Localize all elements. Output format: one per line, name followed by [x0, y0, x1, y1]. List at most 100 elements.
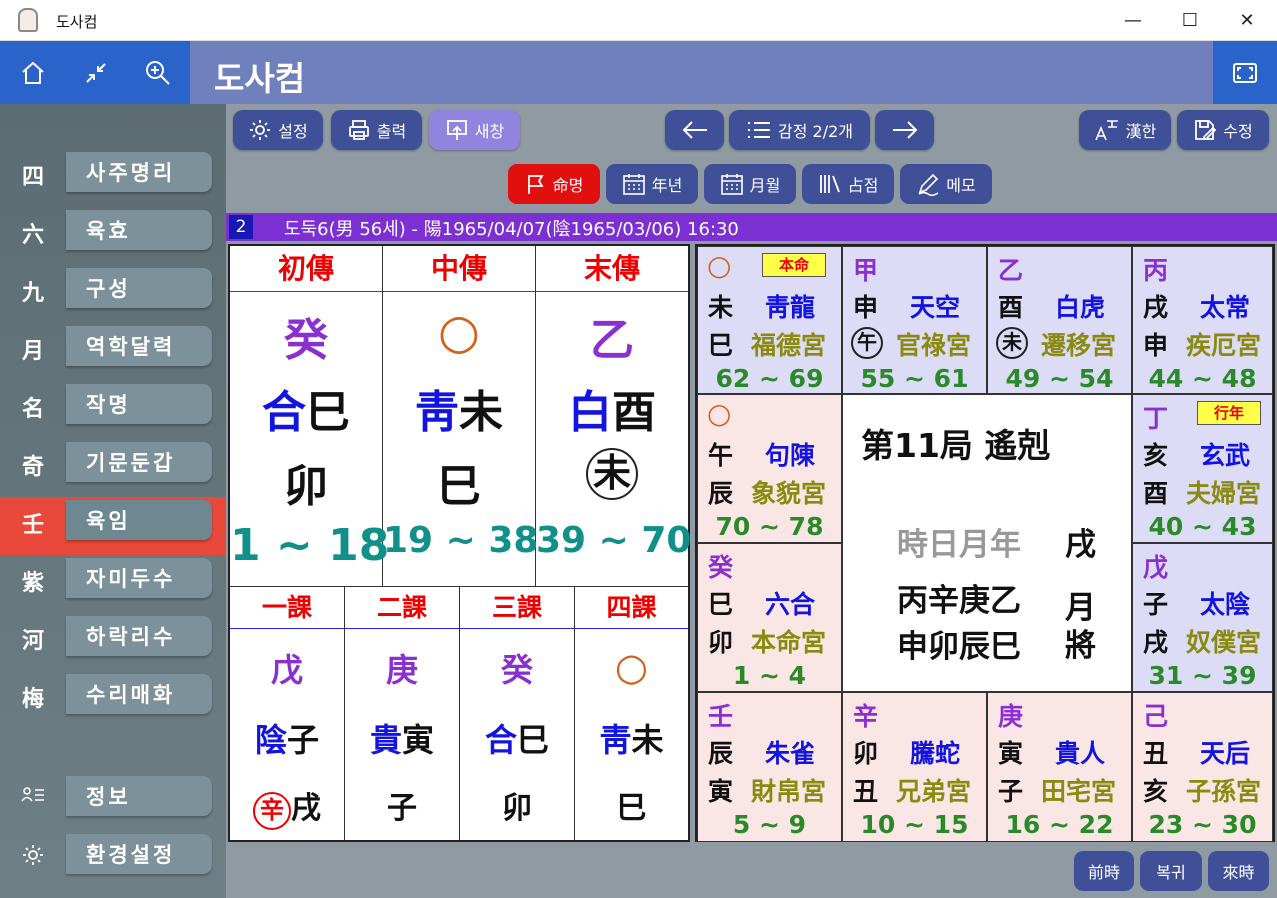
app-icon	[18, 8, 38, 32]
calendar-icon	[720, 174, 743, 195]
sidebar-item-5[interactable]: 奇 기문둔갑	[0, 439, 226, 497]
books-icon	[819, 175, 840, 193]
tab-memo[interactable]: 메모	[900, 164, 992, 204]
lesson-bottom: 子	[345, 783, 459, 827]
maximize-button[interactable]: ☐	[1161, 0, 1219, 41]
transmission-bottom: 卯	[284, 461, 328, 512]
palace-cell: 庚寅 貴人子田宅宮 16 ~ 22	[987, 692, 1132, 842]
reset-button[interactable]: 복귀	[1140, 851, 1202, 891]
sidebar-item-9[interactable]: 梅 수리매화	[0, 671, 226, 729]
list-icon	[748, 122, 770, 138]
palace-house: 象貌宮	[751, 479, 827, 508]
minimize-button[interactable]: —	[1104, 0, 1162, 41]
sidebar-item-7[interactable]: 紫 자미두수	[0, 555, 226, 613]
sidebar-item-label: 사주명리	[66, 152, 212, 192]
sidebar-item-settings[interactable]: 환경설정	[0, 831, 226, 889]
lesson-heading: 四課	[575, 587, 688, 629]
sidebar-item-8[interactable]: 河 하락리수	[0, 613, 226, 671]
palace-branch2: 丑	[853, 777, 879, 806]
general-char: 靑	[599, 721, 632, 759]
palace-badge: 行年	[1197, 401, 1261, 425]
palace-house: 疾厄宮	[1186, 331, 1262, 360]
new-window-button[interactable]: 새창	[429, 110, 520, 150]
lesson-branch-row: 貴寅	[345, 715, 459, 761]
palace-range: 40 ~ 43	[1148, 512, 1257, 541]
tab-month[interactable]: 月월	[704, 164, 796, 204]
palace-branch2: 酉	[1143, 479, 1169, 508]
sidebar-item-char: 九	[21, 281, 44, 306]
printer-icon	[348, 120, 369, 140]
palace-range: 62 ~ 69	[715, 364, 824, 393]
transmission-range: 19 ~ 38	[383, 520, 539, 561]
palace-range: 44 ~ 48	[1148, 364, 1257, 393]
palace-range: 55 ~ 61	[860, 364, 969, 393]
tab-divination[interactable]: 占점	[802, 164, 894, 204]
close-button[interactable]: ✕	[1218, 0, 1276, 41]
lesson-column: 二課庚貴寅子	[345, 586, 460, 840]
next-time-button[interactable]: 來時	[1208, 851, 1269, 891]
lesson-branch-row: 陰子	[230, 715, 344, 761]
fullscreen-icon[interactable]	[1213, 41, 1277, 104]
next-record-button[interactable]	[875, 110, 934, 150]
palace-house: 兄弟宮	[896, 777, 972, 806]
sidebar-item-0[interactable]: 四 사주명리	[0, 149, 226, 207]
lesson-bottom-branch: 卯	[502, 791, 532, 826]
prev-record-button[interactable]	[665, 110, 724, 150]
branch-char: 巳	[306, 387, 350, 438]
palace-cell: 壬辰 朱雀寅財帛宮 5 ~ 9	[697, 692, 842, 842]
palace-branch: 丑	[1143, 739, 1169, 768]
palace-house: 本命宮	[751, 628, 827, 657]
settings-button[interactable]: 설정	[233, 110, 323, 150]
edit-button[interactable]: 수정	[1177, 110, 1269, 150]
transmission-range: 39 ~ 70	[536, 520, 692, 561]
tab-myeong[interactable]: 命명	[508, 164, 600, 204]
sidebar-item-4[interactable]: 名 작명	[0, 381, 226, 439]
sidebar-item-char: 名	[21, 397, 44, 422]
sidebar-item-info[interactable]: 정보	[0, 773, 226, 831]
palace-house: 田宅宮	[1041, 777, 1117, 806]
palace-house: 奴僕宮	[1186, 628, 1262, 657]
branches-row: 申卯辰巳	[897, 629, 1021, 665]
transmission-bottom: 未	[536, 446, 688, 500]
settings-label: 설정	[278, 122, 308, 141]
lesson-bottom-branch: 戌	[291, 791, 321, 826]
tab-year[interactable]: 年년	[606, 164, 698, 204]
zoom-icon[interactable]	[141, 56, 175, 90]
print-button[interactable]: 출력	[331, 110, 422, 150]
palace-range: 1 ~ 4	[732, 661, 807, 690]
sidebar-item-label: 작명	[66, 384, 212, 424]
lesson-bottom: 巳	[575, 783, 688, 827]
palace-branch: 午	[708, 441, 734, 470]
hanja-button[interactable]: 漢한	[1079, 110, 1171, 150]
record-list-button[interactable]: 감정 2/2개	[729, 110, 870, 150]
lesson-stem: 癸	[500, 651, 533, 689]
lesson-bottom-branch: 巳	[616, 791, 647, 826]
pillar-label: 時日月年	[897, 527, 1021, 563]
transmission-column: 初傳癸合巳卯 1 ~ 18	[230, 246, 390, 586]
transmission-heading: 初傳	[230, 246, 382, 292]
palace-general: 六合	[765, 590, 816, 619]
sidebar-item-3[interactable]: 月 역학달력	[0, 323, 226, 381]
lesson-heading: 二課	[345, 587, 459, 629]
gear-icon	[250, 120, 271, 140]
sidebar-item-1[interactable]: 六 육효	[0, 207, 226, 265]
gear-icon	[18, 843, 48, 873]
palace-range: 70 ~ 78	[715, 512, 824, 541]
home-icon[interactable]	[16, 56, 50, 90]
prev-time-button[interactable]: 前時	[1074, 851, 1134, 891]
palace-range: 49 ~ 54	[1005, 364, 1114, 393]
pen-icon	[918, 173, 939, 196]
lesson-column: 三課癸合巳卯	[460, 586, 575, 840]
window-title: 도사컴	[56, 13, 98, 31]
sidebar-item-label: 육효	[66, 210, 212, 250]
sidebar-item-char: 紫	[21, 571, 44, 596]
sidebar-item-6[interactable]: 壬 육임	[0, 497, 226, 555]
collapse-icon[interactable]	[79, 56, 113, 90]
sidebar-item-label: 환경설정	[66, 834, 212, 874]
calendar-icon	[622, 174, 645, 195]
sidebar-item-label: 수리매화	[66, 674, 212, 714]
transmission-range: 1 ~ 18	[230, 520, 390, 571]
palace-house: 夫婦宮	[1186, 479, 1262, 508]
sidebar-item-char: 河	[21, 629, 44, 654]
sidebar-item-2[interactable]: 九 구성	[0, 265, 226, 323]
